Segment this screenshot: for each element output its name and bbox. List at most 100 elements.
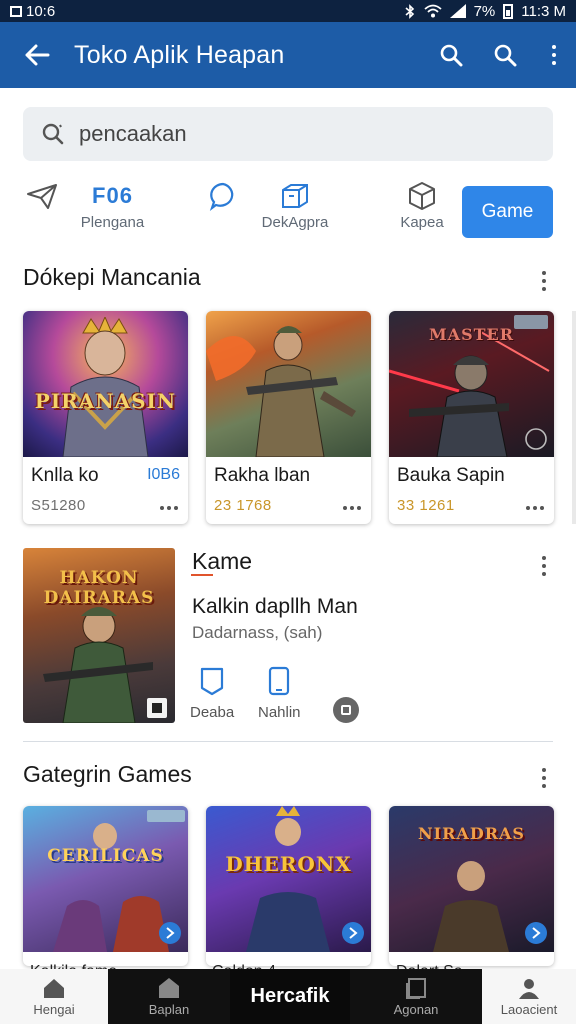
store-icon [159,977,179,998]
nav-label: Laoacient [500,1001,558,1017]
page-title: Toko Aplik Heapan [74,40,285,69]
app-artwork: PIRANASIN [23,311,188,457]
app-card[interactable]: CERILICAS [23,806,188,966]
app-card[interactable]: NIRADRAS [389,806,554,966]
search-icon [440,44,463,67]
copy-icon [406,977,426,999]
screenshot-icon [10,5,22,17]
divider [23,741,553,742]
section-more-button[interactable] [542,768,550,788]
nav-label: Agonan [393,1001,439,1017]
featured-artwork[interactable]: HAKON DAIRARAS [23,548,175,723]
bookmark-icon [200,667,224,696]
more-horizontal-icon[interactable] [160,506,178,510]
status-left-text: 10:6 [26,2,56,20]
featured-more-button[interactable] [542,556,550,576]
nav-agonan[interactable]: Agonan [350,969,482,1024]
box-icon [282,184,308,208]
knight-figure-icon [246,806,364,952]
nav-label: Baplan [148,1001,190,1017]
more-horizontal-icon[interactable] [343,506,361,510]
quick-chat[interactable] [203,178,243,242]
phone-icon [269,666,290,696]
section-more-button[interactable] [542,271,550,291]
search-icon [494,44,517,67]
app-card[interactable]: DHERONX [206,806,371,966]
art-title: CERILICAS [47,846,164,866]
bluetooth-icon [405,3,414,19]
app-artwork: CERILICAS [23,806,188,952]
quick-dekagpra-label: DekAgpra [261,214,329,231]
arrow-left-icon [25,44,50,66]
game-pill-button[interactable]: Game [462,186,553,238]
featured-action-deaba[interactable]: Deaba [190,666,234,721]
stop-icon [341,705,351,715]
app-price: 33 1261 [397,497,455,514]
search-icon [42,123,64,145]
featured-action-nahlin[interactable]: Nahlin [258,666,301,721]
more-vertical-icon [542,556,550,576]
scroll-peek [572,311,576,524]
bottom-nav: Hengai Baplan Hercafik Agonan Laoacient [0,969,576,1024]
nav-home[interactable]: Hengai [0,969,108,1024]
quick-actions: F06 Plengana DekAgpra Kapea Game [0,178,576,242]
featured-subtitle: Dadarnass, (sah) [192,623,323,642]
search-bar[interactable] [23,107,553,161]
search-button[interactable] [424,22,478,88]
clock: 11:3 M [521,2,566,20]
featured-install-button[interactable] [333,697,359,723]
more-horizontal-icon[interactable] [526,506,544,510]
art-title: NIRADRAS [418,824,525,843]
more-vertical-icon [542,768,550,788]
app-name: Bauka Sapin [397,465,505,486]
app-artwork: MASTER [389,311,554,457]
quick-kapea[interactable]: Kapea [394,178,450,242]
overflow-menu-button[interactable] [532,22,576,88]
person-icon [519,978,539,999]
art-title: PIRANASIN [34,389,177,413]
search-input[interactable] [79,121,499,147]
more-vertical-icon [552,45,556,65]
nav-baplan[interactable]: Baplan [108,969,230,1024]
app-artwork: NIRADRAS [389,806,554,952]
app-price: S51280 [31,497,86,514]
quick-kapea-label: Kapea [400,214,444,231]
chat-bubble-icon [209,182,234,211]
wifi-icon [423,4,442,18]
quick-plengana[interactable]: F06 Plengana [75,178,150,242]
featured-action-label: Deaba [190,704,235,721]
app-name: Knlla ko [31,465,99,486]
art-title: DHERONX [225,852,352,876]
quick-dekagpra[interactable]: DekAgpra [250,178,340,242]
quick-send[interactable] [22,178,62,242]
app-card[interactable]: Rakha lban 23 1768 [206,311,371,524]
heroes-figure-icon [53,810,185,952]
battery-percent: 7% [473,2,496,20]
featured-action-label: Nahlin [258,704,301,721]
featured-category: Kame [190,548,253,576]
quick-plengana-label: Plengana [80,214,145,231]
section-title: Dókepi Mancania [23,264,201,290]
battery-icon [503,3,514,19]
status-bar: 10:6 7% 11:3 M [0,0,576,22]
section-title: Gategrin Games [23,761,192,787]
warrior-figure-icon [62,317,149,457]
app-card[interactable]: PIRANASIN Knlla ko I0B6 S51280 [23,311,188,524]
more-vertical-icon [542,271,550,291]
send-icon [27,184,57,209]
app-artwork: DHERONX [206,806,371,952]
nav-label: Hengai [33,1001,75,1017]
home-icon [44,978,64,998]
nav-account[interactable]: Laoacient [482,969,576,1024]
app-tag: I0B6 [147,466,180,483]
cube-icon [409,182,435,210]
back-button[interactable] [0,22,74,88]
quick-number: F06 [92,183,133,208]
art-title: HAKON DAIRARAS [43,568,155,608]
nav-center-brand[interactable]: Hercafik [230,969,350,1024]
search-secondary-button[interactable] [478,22,532,88]
nav-brand-label: Hercafik [250,985,330,1007]
app-card[interactable]: MASTER Bauka Sapin 33 1261 [389,311,554,524]
app-bar: Toko Aplik Heapan [0,22,576,88]
gunner-figure-icon [206,326,356,457]
